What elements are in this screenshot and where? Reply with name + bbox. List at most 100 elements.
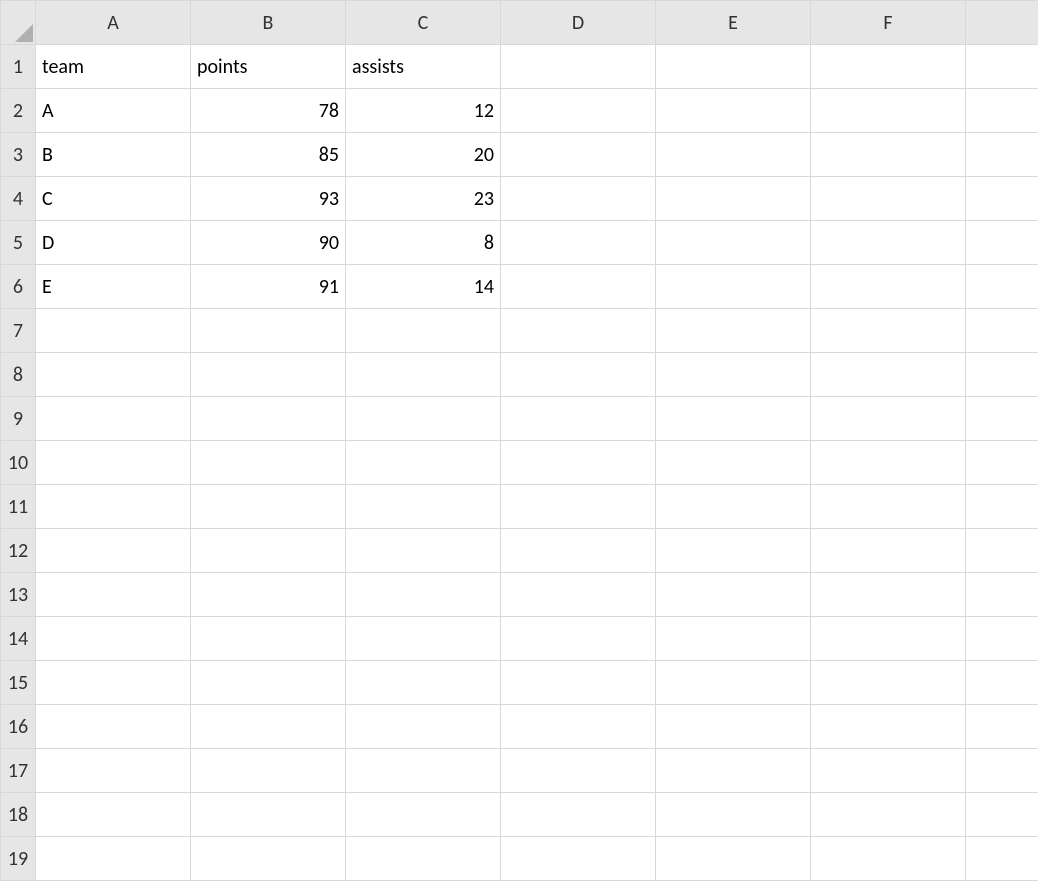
cell-B17[interactable] xyxy=(191,749,346,793)
cell-A14[interactable] xyxy=(36,617,191,661)
cell-C16[interactable] xyxy=(346,705,501,749)
cell-B19[interactable] xyxy=(191,837,346,881)
row-header-4[interactable]: 4 xyxy=(1,177,36,221)
row-header-15[interactable]: 15 xyxy=(1,661,36,705)
cell-E10[interactable] xyxy=(656,441,811,485)
cell-F10[interactable] xyxy=(811,441,966,485)
cell-B11[interactable] xyxy=(191,485,346,529)
cell-D13[interactable] xyxy=(501,573,656,617)
cell-A16[interactable] xyxy=(36,705,191,749)
cell-E14[interactable] xyxy=(656,617,811,661)
col-header-C[interactable]: C xyxy=(346,1,501,45)
cell-E16[interactable] xyxy=(656,705,811,749)
col-header-F[interactable]: F xyxy=(811,1,966,45)
cell-B10[interactable] xyxy=(191,441,346,485)
col-header-A[interactable]: A xyxy=(36,1,191,45)
cell-E1[interactable] xyxy=(656,45,811,89)
row-header-14[interactable]: 14 xyxy=(1,617,36,661)
cell-G5[interactable] xyxy=(966,221,1038,265)
select-all-corner[interactable] xyxy=(1,1,36,45)
cell-B18[interactable] xyxy=(191,793,346,837)
row-header-10[interactable]: 10 xyxy=(1,441,36,485)
cell-D4[interactable] xyxy=(501,177,656,221)
cell-G3[interactable] xyxy=(966,133,1038,177)
cell-G2[interactable] xyxy=(966,89,1038,133)
cell-B13[interactable] xyxy=(191,573,346,617)
cell-F15[interactable] xyxy=(811,661,966,705)
cell-D8[interactable] xyxy=(501,353,656,397)
cell-B16[interactable] xyxy=(191,705,346,749)
cell-E13[interactable] xyxy=(656,573,811,617)
cell-D19[interactable] xyxy=(501,837,656,881)
cell-A3[interactable]: B xyxy=(36,133,191,177)
cell-G4[interactable] xyxy=(966,177,1038,221)
cell-B7[interactable] xyxy=(191,309,346,353)
cell-D7[interactable] xyxy=(501,309,656,353)
cell-B4[interactable]: 93 xyxy=(191,177,346,221)
cell-A7[interactable] xyxy=(36,309,191,353)
cell-A17[interactable] xyxy=(36,749,191,793)
row-header-8[interactable]: 8 xyxy=(1,353,36,397)
cell-A11[interactable] xyxy=(36,485,191,529)
cell-E15[interactable] xyxy=(656,661,811,705)
row-header-7[interactable]: 7 xyxy=(1,309,36,353)
cell-E7[interactable] xyxy=(656,309,811,353)
cell-D5[interactable] xyxy=(501,221,656,265)
cell-D2[interactable] xyxy=(501,89,656,133)
cell-E17[interactable] xyxy=(656,749,811,793)
cell-D10[interactable] xyxy=(501,441,656,485)
row-header-19[interactable]: 19 xyxy=(1,837,36,881)
cell-C4[interactable]: 23 xyxy=(346,177,501,221)
cell-C15[interactable] xyxy=(346,661,501,705)
cell-F2[interactable] xyxy=(811,89,966,133)
cell-A6[interactable]: E xyxy=(36,265,191,309)
cell-F4[interactable] xyxy=(811,177,966,221)
cell-A13[interactable] xyxy=(36,573,191,617)
cell-E3[interactable] xyxy=(656,133,811,177)
cell-C13[interactable] xyxy=(346,573,501,617)
cell-C3[interactable]: 20 xyxy=(346,133,501,177)
cell-F11[interactable] xyxy=(811,485,966,529)
row-header-1[interactable]: 1 xyxy=(1,45,36,89)
cell-C14[interactable] xyxy=(346,617,501,661)
cell-A4[interactable]: C xyxy=(36,177,191,221)
cell-E5[interactable] xyxy=(656,221,811,265)
cell-E18[interactable] xyxy=(656,793,811,837)
row-header-9[interactable]: 9 xyxy=(1,397,36,441)
spreadsheet-grid[interactable]: A B C D E F 1 team points assists 2 A 78… xyxy=(0,0,1038,881)
cell-F1[interactable] xyxy=(811,45,966,89)
row-header-2[interactable]: 2 xyxy=(1,89,36,133)
cell-C9[interactable] xyxy=(346,397,501,441)
cell-B2[interactable]: 78 xyxy=(191,89,346,133)
cell-B15[interactable] xyxy=(191,661,346,705)
cell-A8[interactable] xyxy=(36,353,191,397)
cell-C11[interactable] xyxy=(346,485,501,529)
cell-E4[interactable] xyxy=(656,177,811,221)
row-header-17[interactable]: 17 xyxy=(1,749,36,793)
cell-G13[interactable] xyxy=(966,573,1038,617)
cell-B9[interactable] xyxy=(191,397,346,441)
cell-F17[interactable] xyxy=(811,749,966,793)
cell-D3[interactable] xyxy=(501,133,656,177)
cell-A18[interactable] xyxy=(36,793,191,837)
cell-C1[interactable]: assists xyxy=(346,45,501,89)
cell-F6[interactable] xyxy=(811,265,966,309)
row-header-6[interactable]: 6 xyxy=(1,265,36,309)
row-header-5[interactable]: 5 xyxy=(1,221,36,265)
cell-F14[interactable] xyxy=(811,617,966,661)
cell-G8[interactable] xyxy=(966,353,1038,397)
cell-C12[interactable] xyxy=(346,529,501,573)
cell-D1[interactable] xyxy=(501,45,656,89)
cell-G1[interactable] xyxy=(966,45,1038,89)
cell-E12[interactable] xyxy=(656,529,811,573)
cell-F16[interactable] xyxy=(811,705,966,749)
cell-C10[interactable] xyxy=(346,441,501,485)
cell-B5[interactable]: 90 xyxy=(191,221,346,265)
cell-G10[interactable] xyxy=(966,441,1038,485)
cell-D9[interactable] xyxy=(501,397,656,441)
cell-G16[interactable] xyxy=(966,705,1038,749)
cell-G11[interactable] xyxy=(966,485,1038,529)
cell-D17[interactable] xyxy=(501,749,656,793)
cell-G18[interactable] xyxy=(966,793,1038,837)
cell-C5[interactable]: 8 xyxy=(346,221,501,265)
